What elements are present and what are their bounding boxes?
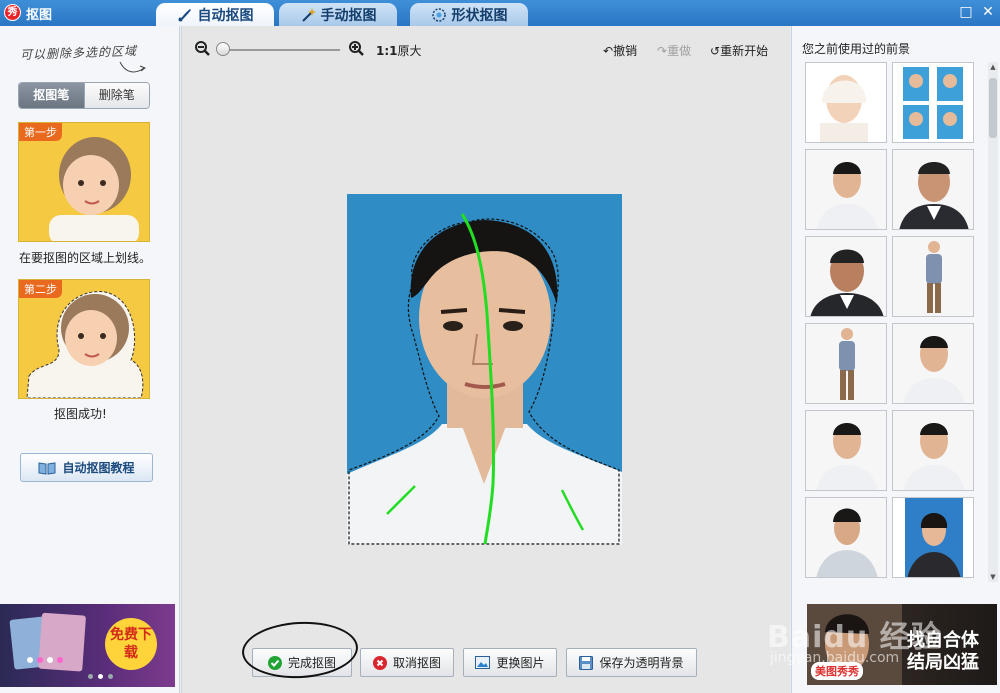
woman-portrait-icon: [806, 63, 886, 142]
foreground-thumbnail[interactable]: [892, 62, 974, 143]
foreground-thumbnail[interactable]: [805, 62, 887, 143]
ad-screens-icon: [9, 612, 86, 672]
tab-label: 自动抠图: [197, 8, 254, 24]
brush-icon: [178, 9, 191, 22]
zoom-slider-handle[interactable]: [216, 42, 230, 56]
curved-arrow-icon: [119, 61, 147, 73]
save-disk-icon: [579, 655, 594, 670]
foreground-thumbnail[interactable]: [805, 236, 887, 317]
image-icon: [475, 656, 491, 669]
actual-size-button[interactable]: 1:1原大: [376, 42, 422, 59]
save-transparent-label: 保存为透明背景: [599, 656, 684, 670]
magic-wand-icon: [301, 7, 316, 22]
window-title: 抠图: [26, 8, 53, 23]
pen-toggle: 抠图笔 删除笔: [18, 82, 150, 109]
recent-foregrounds-title: 您之前使用过的前景: [802, 42, 911, 56]
man-portrait-icon: [893, 411, 973, 490]
photo-canvas[interactable]: [347, 194, 622, 545]
erase-pen-button[interactable]: 删除笔: [83, 83, 149, 108]
canvas-area: 1:1原大 ↶撤销 ↷重做 ↺重新开始 完成抠图 取消抠图 更换图片 保存为透明…: [181, 26, 790, 693]
redo-label: 重做: [667, 44, 692, 58]
step1-badge: 第一步: [19, 123, 62, 141]
maximize-button[interactable]: □: [958, 4, 974, 20]
man-portrait-icon: [806, 411, 886, 490]
replace-image-button[interactable]: 更换图片: [463, 648, 557, 677]
id-photo-grid-icon: [893, 63, 973, 142]
redo-button[interactable]: ↷重做: [657, 42, 691, 59]
zoom-slider-track[interactable]: [224, 49, 340, 51]
scrollbar-thumb[interactable]: [989, 78, 997, 138]
older-man-portrait-icon: [806, 237, 886, 316]
canvas-toolbar: 1:1原大 ↶撤销 ↷重做 ↺重新开始: [182, 26, 791, 70]
step2-caption: 抠图成功!: [54, 407, 107, 421]
man-portrait-icon: [806, 150, 886, 229]
foreground-thumbnail[interactable]: [892, 149, 974, 230]
tutorial-label: 自动抠图教程: [62, 461, 135, 475]
foreground-thumbnail[interactable]: [805, 149, 887, 230]
left-panel: 可以删除多选的区域 抠图笔 删除笔 第一步 在要抠图的区域上划线。 第二步 抠图…: [0, 26, 180, 693]
title-bar: 秀 抠图 自动抠图 手动抠图 形状抠图 □ ✕: [0, 0, 1000, 27]
left-ad-banner[interactable]: 免费下载: [0, 604, 175, 687]
young-man-portrait-icon: [806, 498, 886, 577]
restart-label: 重新开始: [720, 44, 769, 58]
standing-man-icon: [806, 324, 886, 403]
ratio-text: 1:1: [376, 44, 398, 58]
foreground-thumbnail[interactable]: [892, 323, 974, 404]
step2-example-image: 第二步: [18, 279, 150, 399]
step1-caption: 在要抠图的区域上划线。: [19, 251, 152, 265]
undo-button[interactable]: ↶撤销: [603, 42, 637, 59]
portrait-photo-icon: [347, 194, 622, 545]
book-icon: [38, 461, 56, 475]
replace-label: 更换图片: [496, 656, 545, 670]
cutout-pen-button[interactable]: 抠图笔: [19, 83, 84, 108]
zoom-in-icon[interactable]: [348, 40, 364, 56]
step2-badge: 第二步: [19, 280, 62, 298]
foreground-thumbnail[interactable]: [805, 410, 887, 491]
cancel-cutout-button[interactable]: 取消抠图: [360, 648, 454, 677]
tab-shape-cutout[interactable]: 形状抠图: [410, 3, 528, 26]
ad-free-download-badge: 免费下载: [105, 618, 157, 670]
close-button[interactable]: ✕: [980, 4, 996, 20]
cancel-label: 取消抠图: [392, 656, 441, 670]
restart-icon: ↺: [710, 44, 721, 58]
foreground-thumbnail[interactable]: [892, 497, 974, 578]
step1-example-image: 第一步: [18, 122, 150, 242]
foreground-thumbnail[interactable]: [892, 410, 974, 491]
right-panel: 您之前使用过的前景 ▲ ▼ 找自合体 结局凶猛 美图秀秀: [791, 26, 1000, 693]
tab-label: 形状抠图: [451, 7, 508, 24]
app-logo-icon: 秀: [4, 4, 21, 21]
ad-carousel-dots: [88, 674, 113, 679]
undo-icon: ↶: [603, 44, 614, 58]
redo-icon: ↷: [657, 44, 668, 58]
thumbnail-scrollbar[interactable]: [988, 62, 998, 582]
older-man-portrait-icon: [893, 150, 973, 229]
tab-label: 手动抠图: [320, 7, 377, 24]
tab-auto-cutout[interactable]: 自动抠图: [156, 3, 274, 27]
scroll-down-icon[interactable]: ▼: [988, 572, 998, 582]
foreground-thumbnail[interactable]: [892, 236, 974, 317]
foreground-thumbnail[interactable]: [805, 323, 887, 404]
scroll-up-icon[interactable]: ▲: [988, 62, 998, 72]
man-portrait-icon: [893, 324, 973, 403]
standing-man-icon: [893, 237, 973, 316]
undo-label: 撤销: [613, 44, 638, 58]
zoom-out-icon[interactable]: [194, 40, 210, 56]
save-transparent-button[interactable]: 保存为透明背景: [566, 648, 697, 677]
auto-cutout-tutorial-button[interactable]: 自动抠图教程: [20, 453, 153, 482]
shape-icon: [431, 7, 446, 22]
tab-manual-cutout[interactable]: 手动抠图: [279, 3, 397, 26]
baidu-watermark-url: jingyan.baidu.com: [770, 650, 900, 666]
recent-foregrounds-grid: [805, 62, 977, 582]
ratio-label: 原大: [397, 44, 422, 58]
restart-button[interactable]: ↺重新开始: [710, 42, 768, 59]
woman-id-photo-icon: [893, 498, 973, 577]
foreground-thumbnail[interactable]: [805, 497, 887, 578]
cancel-circle-icon: [372, 655, 387, 670]
